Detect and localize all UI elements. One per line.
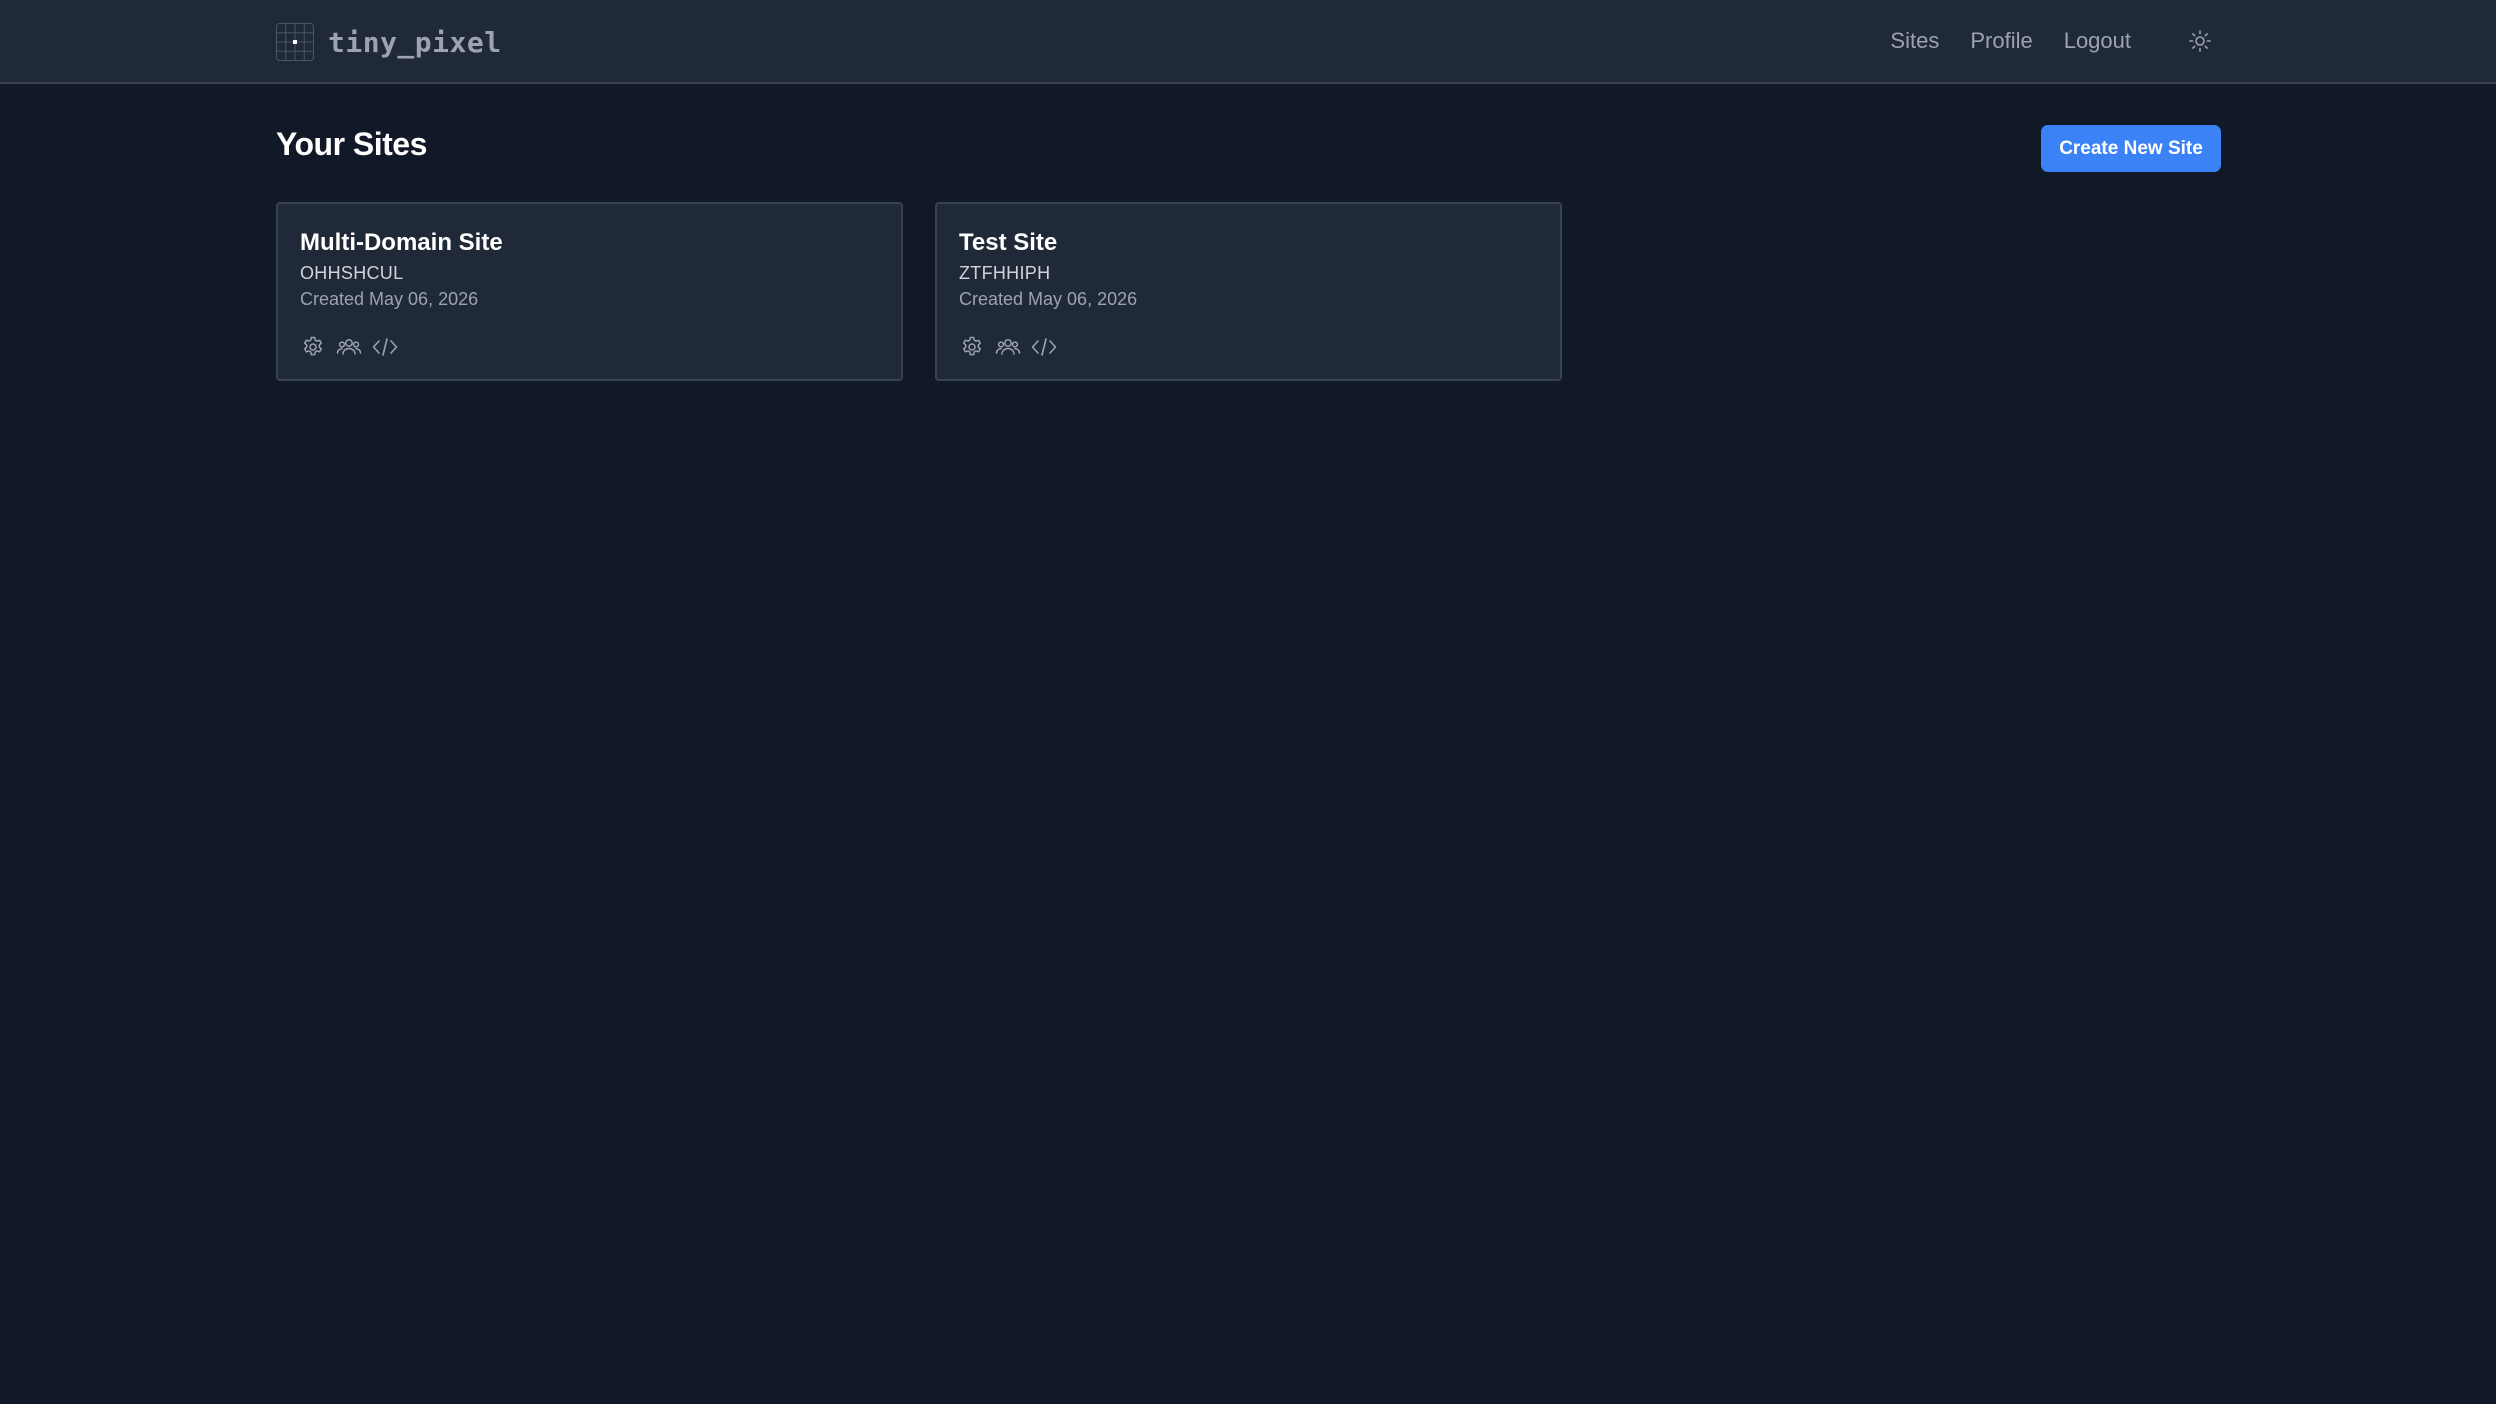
settings-icon	[962, 336, 982, 356]
site-actions	[300, 334, 408, 360]
users-icon	[336, 339, 362, 355]
brand-logo-link[interactable]: tiny_pixel	[276, 22, 502, 62]
page-title: Your Sites	[276, 126, 427, 162]
site-code: ZTFHHIPH	[959, 263, 1051, 283]
sites-grid: Multi-Domain Site OHHSHCUL Created May 0…	[276, 202, 1594, 381]
nav-link-profile[interactable]: Profile	[1970, 28, 2032, 54]
nav-link-logout[interactable]: Logout	[2064, 28, 2131, 54]
site-users-button[interactable]	[336, 334, 362, 360]
site-name: Test Site	[959, 229, 1058, 256]
site-actions	[959, 334, 1067, 360]
theme-toggle-button[interactable]	[2180, 21, 2220, 61]
settings-icon	[303, 336, 323, 356]
nav-links: Sites Profile Logout	[1890, 0, 2496, 82]
site-card[interactable]: Multi-Domain Site OHHSHCUL Created May 0…	[276, 202, 903, 381]
pixel-grid-icon	[276, 23, 314, 61]
site-settings-button[interactable]	[300, 334, 326, 360]
users-icon	[995, 339, 1021, 355]
site-created-date: Created May 06, 2026	[300, 289, 479, 309]
brand-name: tiny_pixel	[328, 25, 502, 59]
code-icon	[372, 338, 398, 356]
site-users-button[interactable]	[995, 334, 1021, 360]
site-name: Multi-Domain Site	[300, 229, 503, 256]
site-created-date: Created May 06, 2026	[959, 289, 1138, 309]
site-embed-code-button[interactable]	[1031, 334, 1057, 360]
site-embed-code-button[interactable]	[372, 334, 398, 360]
code-icon	[1031, 338, 1057, 356]
site-settings-button[interactable]	[959, 334, 985, 360]
create-new-site-button[interactable]: Create New Site	[2041, 125, 2221, 172]
site-card[interactable]: Test Site ZTFHHIPH Created May 06, 2026	[935, 202, 1562, 381]
sun-icon	[2189, 30, 2211, 52]
site-code: OHHSHCUL	[300, 263, 404, 283]
top-navbar: tiny_pixel Sites Profile Logout	[0, 0, 2496, 84]
nav-link-sites[interactable]: Sites	[1890, 28, 1939, 54]
